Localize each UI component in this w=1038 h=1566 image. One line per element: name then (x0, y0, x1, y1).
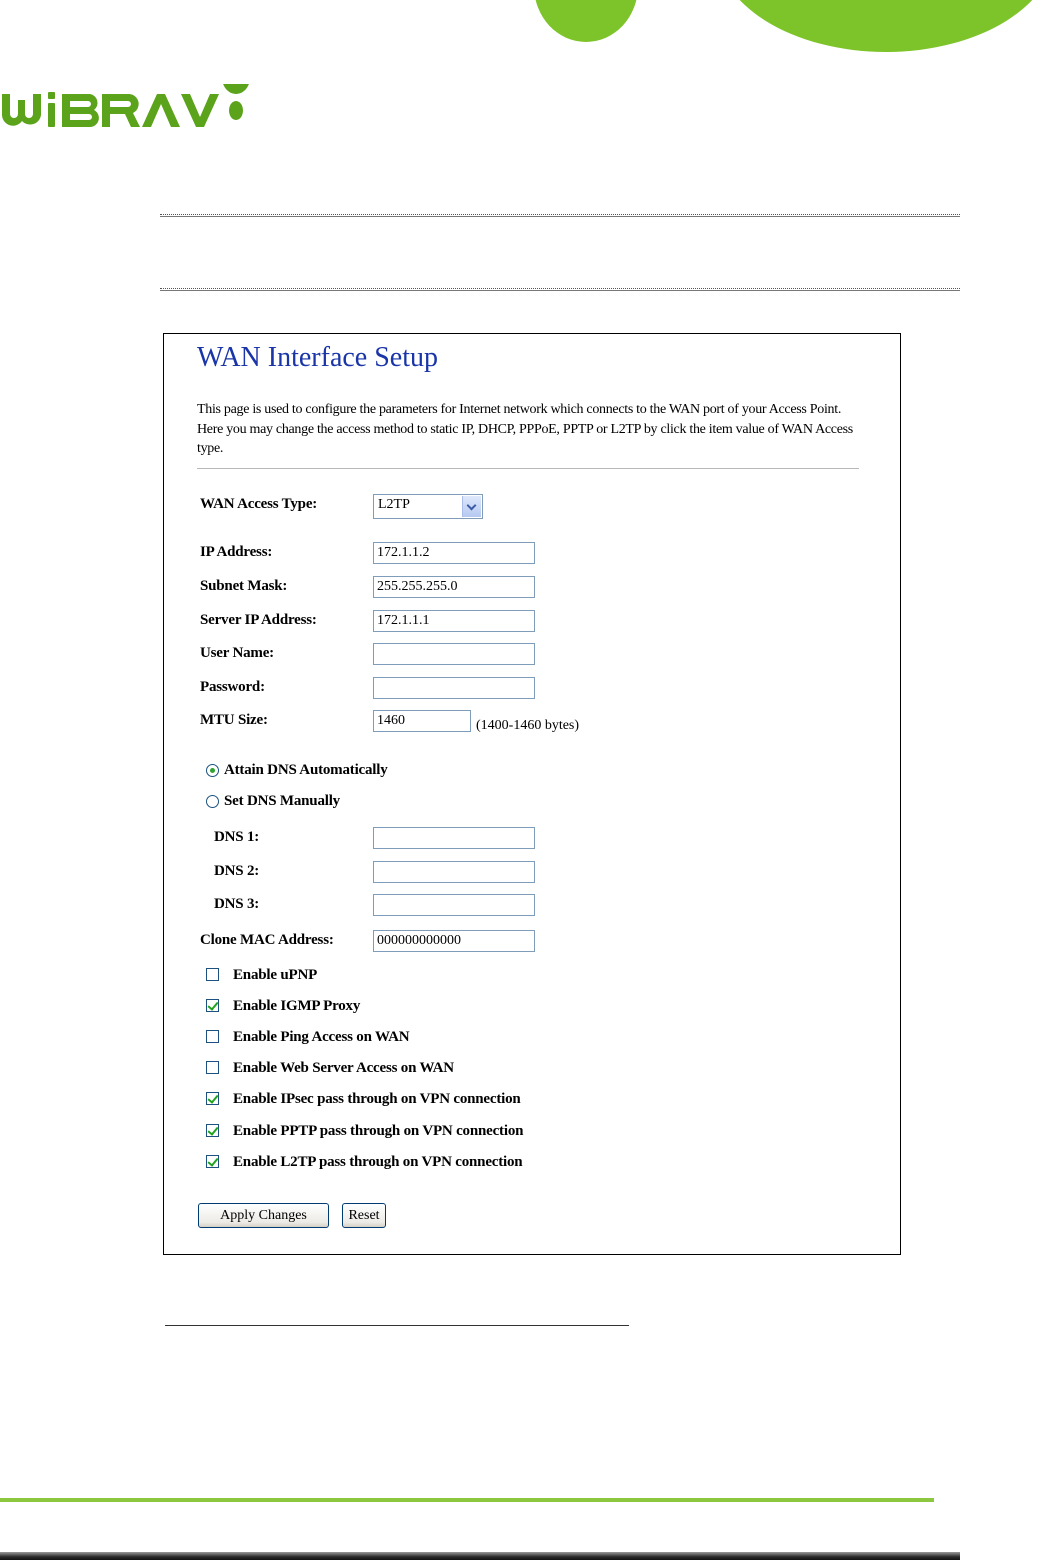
decorative-blob-right (716, 0, 1038, 52)
dns2-label: DNS 2: (214, 863, 260, 879)
page-description: This page is used to configure the param… (197, 402, 853, 456)
wan-setup-panel: WAN Interface Setup This page is used to… (163, 333, 901, 1255)
decorative-blob-left (534, 0, 638, 42)
ipsec-passthrough-checkbox[interactable] (206, 1092, 219, 1105)
dns3-label: DNS 3: (214, 896, 260, 912)
dns2-input[interactable] (373, 861, 535, 883)
igmp-proxy-checkbox[interactable] (206, 999, 219, 1012)
password-label: Password: (200, 679, 265, 695)
page-title: WAN Interface Setup (197, 342, 439, 373)
ip-address-input[interactable] (373, 542, 535, 564)
mtu-size-input[interactable] (373, 710, 471, 732)
footer-dark-bar (0, 1552, 960, 1560)
web-server-access-label[interactable]: Enable Web Server Access on WAN (233, 1060, 454, 1077)
user-name-label: User Name: (200, 645, 274, 661)
subnet-mask-label: Subnet Mask: (200, 578, 288, 594)
ipsec-passthrough-label[interactable]: Enable IPsec pass through on VPN connect… (233, 1091, 521, 1108)
wibravo-logo (2, 84, 249, 127)
pptp-passthrough-label[interactable]: Enable PPTP pass through on VPN connecti… (233, 1123, 523, 1140)
dns1-label: DNS 1: (214, 829, 260, 845)
document-rule-top (160, 214, 960, 217)
dns3-input[interactable] (373, 894, 535, 916)
clone-mac-input[interactable] (373, 930, 535, 952)
dns-auto-label[interactable]: Attain DNS Automatically (224, 762, 388, 779)
wan-access-type-value: L2TP (378, 497, 410, 512)
server-ip-input[interactable] (373, 610, 535, 632)
mtu-size-label: MTU Size: (200, 712, 268, 728)
apply-changes-button[interactable]: Apply Changes (198, 1203, 329, 1228)
subnet-mask-input[interactable] (373, 576, 535, 598)
chevron-down-icon[interactable] (462, 496, 481, 517)
dns-auto-radio[interactable] (206, 764, 219, 777)
footer-green-bar (0, 1498, 934, 1502)
l2tp-passthrough-label[interactable]: Enable L2TP pass through on VPN connecti… (233, 1154, 523, 1171)
mtu-size-hint: (1400-1460 bytes) (476, 718, 580, 733)
footnote-rule (165, 1325, 629, 1326)
upnp-label[interactable]: Enable uPNP (233, 967, 317, 984)
pptp-passthrough-checkbox[interactable] (206, 1124, 219, 1137)
server-ip-label: Server IP Address: (200, 612, 317, 628)
l2tp-passthrough-checkbox[interactable] (206, 1155, 219, 1168)
wan-access-type-select[interactable]: L2TP (373, 494, 483, 519)
ip-address-label: IP Address: (200, 544, 273, 560)
igmp-proxy-label[interactable]: Enable IGMP Proxy (233, 998, 360, 1015)
dns-manual-radio[interactable] (206, 795, 219, 808)
wan-access-type-label: WAN Access Type: (200, 496, 318, 512)
ping-access-checkbox[interactable] (206, 1030, 219, 1043)
reset-button[interactable]: Reset (342, 1203, 386, 1228)
clone-mac-label: Clone MAC Address: (200, 932, 334, 948)
ping-access-label[interactable]: Enable Ping Access on WAN (233, 1029, 410, 1046)
web-server-access-checkbox[interactable] (206, 1061, 219, 1074)
dns-manual-label[interactable]: Set DNS Manually (224, 793, 340, 810)
upnp-checkbox[interactable] (206, 968, 219, 981)
dns1-input[interactable] (373, 827, 535, 849)
user-name-input[interactable] (373, 643, 535, 665)
description-divider (197, 468, 859, 469)
document-rule-bottom (160, 288, 960, 291)
password-input[interactable] (373, 677, 535, 699)
